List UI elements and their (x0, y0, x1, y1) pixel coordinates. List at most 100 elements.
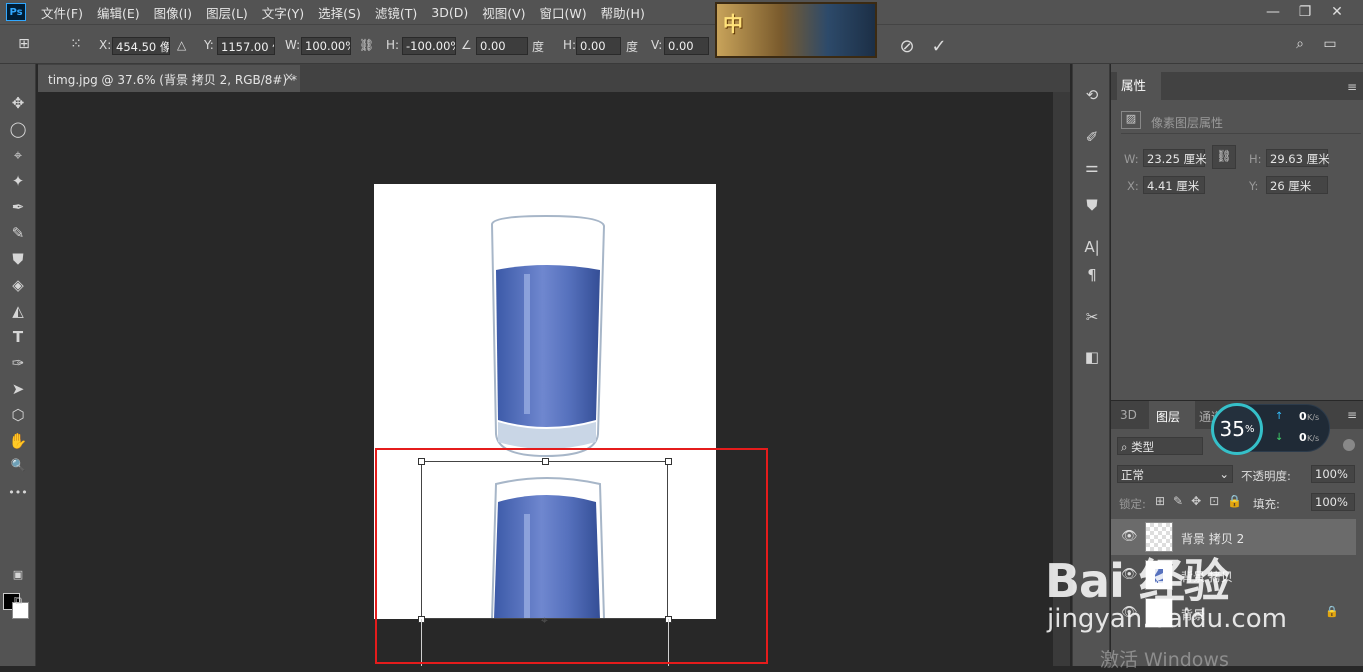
close-window-button[interactable]: ✕ (1321, 0, 1353, 24)
properties-menu-icon[interactable]: ≡ (1347, 80, 1357, 94)
hand-tool-icon[interactable]: ✋ (6, 432, 30, 454)
prop-height-input[interactable]: 29.63 厘米 (1266, 149, 1330, 167)
cancel-transform-icon[interactable]: ⊘ (897, 36, 917, 57)
vskew-label: V: (651, 38, 663, 52)
history-icon[interactable]: ⟲ (1081, 86, 1103, 108)
prop-y-input[interactable]: 26 厘米 (1266, 176, 1328, 194)
menu-3d[interactable]: 3D(D) (424, 5, 475, 20)
commit-transform-icon[interactable]: ✓ (929, 36, 949, 57)
tool-presets-icon[interactable]: ✂ (1081, 308, 1103, 330)
document-tab[interactable]: timg.jpg @ 37.6% (背景 拷贝 2, RGB/8#) * × (38, 65, 300, 92)
close-tab-icon[interactable]: × (284, 70, 294, 84)
search-icon[interactable]: ⌕ (1290, 36, 1310, 56)
menu-file[interactable]: 文件(F) (34, 3, 90, 22)
brush-tool-icon[interactable]: ✎ (6, 224, 30, 246)
zoom-tool-icon[interactable]: 🔍 (6, 458, 30, 480)
workspace-icon[interactable]: ▭ (1320, 36, 1340, 56)
eyedropper-tool-icon[interactable]: ✒ (6, 198, 30, 220)
h-label: H: (386, 38, 400, 52)
height-scale-input[interactable]: -100.00% (402, 37, 456, 55)
magic-wand-tool-icon[interactable]: ✦ (6, 172, 30, 194)
path-selection-tool-icon[interactable]: ➤ (6, 380, 30, 402)
vskew-input[interactable]: 0.00 (664, 37, 709, 55)
angle-icon: ∠ (461, 38, 472, 52)
download-arrow-icon: ↓ (1275, 432, 1284, 443)
prop-x-label: X: (1127, 179, 1139, 193)
minimize-button[interactable]: — (1257, 0, 1289, 24)
angle-input[interactable]: 0.00 (476, 37, 528, 55)
layer-filter-select[interactable]: ⌕ 类型 (1117, 437, 1203, 455)
fill-input[interactable]: 100% (1311, 493, 1355, 511)
menu-select[interactable]: 选择(S) (311, 3, 368, 22)
more-tools-icon[interactable]: ••• (6, 486, 30, 508)
upload-unit: K/s (1307, 413, 1320, 422)
menu-image[interactable]: 图像(I) (147, 3, 199, 22)
upload-arrow-icon: ↑ (1275, 411, 1284, 422)
shape-tool-icon[interactable]: ⬡ (6, 406, 30, 428)
move-tool-icon[interactable]: ✥ (6, 94, 30, 116)
paragraph-icon[interactable]: ¶ (1081, 266, 1103, 288)
type-tool-icon[interactable]: T (6, 328, 30, 350)
blend-mode-value: 正常 (1121, 468, 1144, 482)
character-icon[interactable]: A| (1081, 238, 1103, 260)
paint-bucket-tool-icon[interactable]: ◭ (6, 302, 30, 324)
properties-panel: 属性 ≡ ▨ 像素图层属性 W: 23.25 厘米 ⛓ H: 29.63 厘米 … (1111, 64, 1363, 400)
menu-layer[interactable]: 图层(L) (199, 3, 255, 22)
filter-toggle[interactable] (1343, 439, 1355, 451)
blend-mode-select[interactable]: 正常 ⌄ (1117, 465, 1233, 483)
marquee-tool-icon[interactable]: ◯ (6, 120, 30, 142)
game-banner[interactable]: 中 (715, 2, 877, 58)
menu-type[interactable]: 文字(Y) (255, 3, 311, 22)
restore-button[interactable]: ❐ (1289, 0, 1321, 24)
pen-tool-icon[interactable]: ✑ (6, 354, 30, 376)
baidu-url-watermark: jingyan.baidu.com (1047, 604, 1287, 634)
layers-menu-icon[interactable]: ≡ (1347, 408, 1357, 422)
hskew-input[interactable]: 0.00 (576, 37, 621, 55)
properties-tab[interactable]: 属性 (1121, 75, 1146, 94)
quick-mask-icon[interactable]: ▣ (6, 568, 30, 590)
annotation-red-frame (375, 448, 768, 664)
x-label: X: (99, 38, 112, 52)
y-position-input[interactable]: 1157.00 像素 (217, 37, 275, 55)
swatches-icon[interactable]: ◧ (1081, 348, 1103, 370)
windows-activation-watermark: 激活 Windows (1100, 649, 1229, 671)
hskew-label: H: (563, 38, 577, 52)
delta-icon[interactable]: △ (177, 38, 186, 52)
layer-filter-kind: 类型 (1131, 440, 1155, 454)
adjustments-icon[interactable]: ⚌ (1081, 158, 1103, 180)
stamp-tool-icon[interactable]: ⛊ (6, 250, 30, 272)
menu-help[interactable]: 帮助(H) (594, 3, 652, 22)
x-position-input[interactable]: 454.50 像素 (112, 37, 170, 55)
lasso-tool-icon[interactable]: ⌖ (6, 146, 30, 168)
link-icon[interactable]: ⛓ (359, 38, 374, 52)
properties-subheader: ▨ 像素图层属性 (1121, 109, 1361, 134)
brush-settings-icon[interactable]: ✐ (1081, 128, 1103, 150)
y-label: Y: (204, 38, 214, 52)
prop-x-input[interactable]: 4.41 厘米 (1143, 176, 1205, 194)
prop-link-icon[interactable]: ⛓ (1212, 145, 1236, 169)
visibility-eye-icon[interactable]: 👁 (1121, 529, 1138, 544)
angle-unit: 度 (532, 40, 545, 54)
prop-width-input[interactable]: 23.25 厘米 (1143, 149, 1207, 167)
clone-source-icon[interactable]: ⛊ (1081, 196, 1103, 218)
screen-mode-icon[interactable]: ⧉ (6, 594, 30, 616)
download-speed: 0 (1299, 431, 1307, 444)
width-scale-input[interactable]: 100.00% (301, 37, 351, 55)
tab-layers[interactable]: 图层 (1156, 408, 1180, 425)
pixel-layer-icon: ▨ (1121, 111, 1141, 129)
banner-glyph: 中 (723, 12, 743, 36)
network-speed-widget[interactable]: 35% ↑ 0 K/s ↓ 0 K/s (1211, 403, 1330, 455)
lock-icons[interactable]: ⊞✎✥⊡🔒 (1155, 494, 1250, 508)
eraser-tool-icon[interactable]: ◈ (6, 276, 30, 298)
cpu-percent: 35 (1219, 417, 1245, 441)
menu-view[interactable]: 视图(V) (475, 3, 532, 22)
opacity-input[interactable]: 100% (1311, 465, 1355, 483)
menu-filter[interactable]: 滤镜(T) (368, 3, 424, 22)
reference-point-icon[interactable]: ⁙ (66, 36, 86, 56)
menu-window[interactable]: 窗口(W) (533, 3, 594, 22)
percent-unit: % (1244, 423, 1255, 435)
document-tab-title: timg.jpg @ 37.6% (背景 拷贝 2, RGB/8#) * (48, 73, 297, 87)
w-label: W: (285, 38, 301, 52)
tab-3d[interactable]: 3D (1120, 408, 1137, 422)
menu-edit[interactable]: 编辑(E) (90, 3, 147, 22)
